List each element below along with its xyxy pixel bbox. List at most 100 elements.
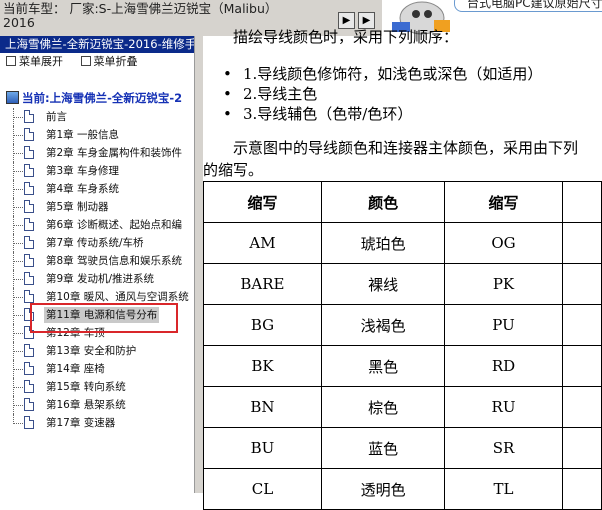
table-cell: CL xyxy=(203,468,322,510)
sidebar-tree-item[interactable]: 第14章 座椅 xyxy=(0,360,194,378)
table-cell: 棕色 xyxy=(320,386,446,428)
document-icon xyxy=(24,218,34,231)
document-icon xyxy=(24,164,34,177)
pane-splitter[interactable] xyxy=(194,36,203,493)
sidebar-tree-item[interactable]: 第8章 驾驶员信息和娱乐系统 xyxy=(0,252,194,270)
tree-item-label: 第4章 车身系统 xyxy=(46,183,120,195)
tree-connector xyxy=(13,108,23,118)
document-icon xyxy=(24,128,34,141)
tree-item-label: 第5章 制动器 xyxy=(46,201,109,213)
list-item: • 1.导线颜色修饰符，如浅色或深色（如适用） xyxy=(223,64,542,84)
sidebar-tree-item[interactable]: 第6章 诊断概述、起始点和编 xyxy=(0,216,194,234)
tree-connector xyxy=(13,351,14,360)
tree-item-label: 第6章 诊断概述、起始点和编 xyxy=(46,219,183,231)
sidebar-tree-item[interactable]: 第5章 制动器 xyxy=(0,198,194,216)
sidebar-tree-item[interactable]: 第16章 悬架系统 xyxy=(0,396,194,414)
document-icon xyxy=(24,236,34,249)
tree-item-label: 第14章 座椅 xyxy=(46,363,105,375)
tree-connector xyxy=(13,135,14,144)
tree-connector xyxy=(13,387,14,396)
ad-text: 台式电脑PC建议原始尺寸 xyxy=(454,0,602,12)
tree-item-label: 第9章 发动机/推进系统 xyxy=(46,273,155,285)
collapse-icon xyxy=(80,56,91,66)
tree-item-label: 第15章 转向系统 xyxy=(46,381,126,393)
tree-connector xyxy=(13,234,23,244)
tree-item-label: 第8章 驾驶员信息和娱乐系统 xyxy=(46,255,183,267)
sidebar-tree-item[interactable]: 第7章 传动系统/车桥 xyxy=(0,234,194,252)
document-icon xyxy=(24,254,34,267)
tree-item-label: 第7章 传动系统/车桥 xyxy=(46,237,144,249)
table-cell: 蓝色 xyxy=(320,427,446,469)
table-cell-cut-off xyxy=(561,263,602,305)
document-icon xyxy=(24,110,34,123)
bullet-icon: • xyxy=(223,65,232,83)
current-node[interactable]: 当前:上海雪佛兰-全新迈锐宝-2 xyxy=(6,90,182,106)
table-cell-cut-off xyxy=(561,386,602,428)
content-pane: 描绘导线颜色时，采用下列顺序： • 1.导线颜色修饰符，如浅色或深色（如适用） •… xyxy=(203,28,602,510)
tree-connector xyxy=(13,297,14,306)
sidebar-tree-item[interactable]: 第15章 转向系统 xyxy=(0,378,194,396)
sidebar-tree-item[interactable]: 第13章 安全和防护 xyxy=(0,342,194,360)
tree-connector xyxy=(13,279,14,288)
table-cell: PU xyxy=(444,304,563,346)
table-row: BARE 裸线 PK xyxy=(203,263,602,305)
sidebar-tree-item[interactable]: 第17章 变速器 xyxy=(0,414,194,432)
paragraph-line-2: 的缩写。 xyxy=(203,161,264,179)
table-cell: OG xyxy=(444,222,563,264)
table-cell: 琥珀色 xyxy=(320,222,446,264)
tree-connector xyxy=(13,324,23,334)
tree-connector xyxy=(13,270,23,280)
sidebar-tree-item[interactable]: 第2章 车身金属构件和装饰件 xyxy=(0,144,194,162)
list-item-text: 1.导线颜色修饰符，如浅色或深色（如适用） xyxy=(243,65,543,83)
tree-item-label: 第17章 变速器 xyxy=(46,417,116,429)
table-cell: AM xyxy=(203,222,322,264)
sidebar-tree-item[interactable]: 第1章 一般信息 xyxy=(0,126,194,144)
table-cell: 透明色 xyxy=(320,468,446,510)
collapse-menu-button[interactable]: 菜单折叠 xyxy=(80,53,138,71)
table-cell-cut-off xyxy=(561,222,602,264)
tree-connector xyxy=(13,189,14,198)
tree-connector xyxy=(13,207,14,216)
table-row: BG 浅褐色 PU xyxy=(203,304,602,346)
bullet-icon: • xyxy=(223,105,232,123)
tree-connector xyxy=(13,315,14,324)
table-cell: 裸线 xyxy=(320,263,446,305)
header-cut-off xyxy=(561,181,602,223)
expand-menu-button[interactable]: 菜单展开 xyxy=(6,53,63,71)
document-icon xyxy=(24,398,34,411)
tree-connector xyxy=(13,126,23,136)
collapse-label: 菜单折叠 xyxy=(93,55,138,68)
tree-connector xyxy=(13,171,14,180)
table-row: CL 透明色 TL xyxy=(203,468,602,510)
tree-item-label: 前言 xyxy=(46,111,67,123)
table-cell-cut-off xyxy=(561,468,602,510)
tree-connector xyxy=(13,414,23,424)
tree-connector xyxy=(13,306,23,316)
table-cell: RD xyxy=(444,345,563,387)
tree-connector xyxy=(13,405,14,414)
description-paragraph: 示意图中的导线颜色和连接器主体颜色，采用由下列 的缩写。 xyxy=(203,137,602,181)
expand-icon xyxy=(6,56,16,66)
sidebar-tree-item[interactable]: 前言 xyxy=(0,108,194,126)
expand-label: 菜单展开 xyxy=(19,55,63,68)
table-row: AM 琥珀色 OG xyxy=(203,222,602,264)
tree-connector xyxy=(13,396,23,406)
sidebar: 上海雪佛兰-全新迈锐宝-2016-维修手 菜单展开 菜单折叠 当前:上海雪佛兰-… xyxy=(0,36,194,493)
tree-connector xyxy=(13,153,14,162)
bullet-icon: • xyxy=(223,85,232,103)
list-item: • 2.导线主色 xyxy=(223,84,542,104)
table-cell: BN xyxy=(203,386,322,428)
sidebar-tree-item[interactable]: 第3章 车身修理 xyxy=(0,162,194,180)
tree-item-label: 第1章 一般信息 xyxy=(46,129,120,141)
sidebar-tree-item[interactable]: 第9章 发动机/推进系统 xyxy=(0,270,194,288)
tree-connector xyxy=(13,252,23,262)
document-icon xyxy=(24,380,34,393)
tree-connector xyxy=(13,261,14,270)
document-icon xyxy=(24,272,34,285)
list-item-text: 2.导线主色 xyxy=(243,85,318,103)
table-cell: BARE xyxy=(203,263,322,305)
order-list: • 1.导线颜色修饰符，如浅色或深色（如适用） • 2.导线主色 • 3.导线辅色（色… xyxy=(223,64,542,124)
sidebar-tree-item[interactable]: 第4章 车身系统 xyxy=(0,180,194,198)
tree-connector xyxy=(13,144,23,154)
tree-connector xyxy=(13,333,14,342)
